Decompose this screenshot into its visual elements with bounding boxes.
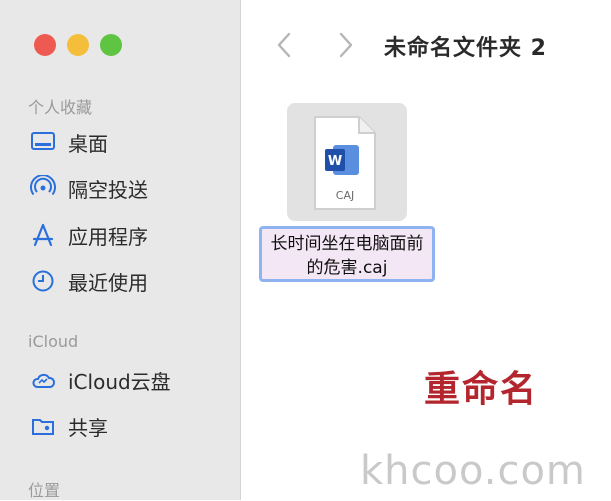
sidebar-item-icloud-drive[interactable]: iCloud云盘 <box>30 363 171 397</box>
desktop-icon <box>30 129 56 155</box>
forward-button[interactable] <box>334 30 358 60</box>
back-button[interactable] <box>272 30 296 60</box>
sidebar-item-label: 桌面 <box>68 131 108 156</box>
sidebar-item-recents[interactable]: 最近使用 <box>30 264 148 298</box>
applications-icon <box>30 222 56 248</box>
sidebar-item-label: 应用程序 <box>68 224 148 249</box>
sidebar-item-airdrop[interactable]: 隔空投送 <box>30 171 148 205</box>
sidebar-item-label: 共享 <box>68 415 108 440</box>
sidebar-item-shared[interactable]: 共享 <box>30 409 108 443</box>
window-controls <box>34 34 122 56</box>
watermark: khcoo.com <box>360 448 586 494</box>
rename-annotation: 重命名 <box>424 369 539 410</box>
sidebar-item-label: iCloud云盘 <box>68 369 171 394</box>
file-type-label: CAJ <box>336 189 354 202</box>
file-item[interactable]: W CAJ <box>287 103 407 221</box>
chevron-left-icon <box>277 32 291 58</box>
svg-text:W: W <box>328 154 342 169</box>
shared-folder-icon <box>30 413 56 439</box>
sidebar-item-applications[interactable]: 应用程序 <box>30 218 148 252</box>
favorites-header: 个人收藏 <box>28 98 93 117</box>
fullscreen-window-button[interactable] <box>100 34 122 56</box>
navigation-buttons <box>272 30 358 60</box>
locations-header: 位置 <box>28 481 61 500</box>
airdrop-icon <box>30 175 56 201</box>
minimize-window-button[interactable] <box>67 34 89 56</box>
chevron-right-icon <box>339 32 353 58</box>
recents-clock-icon <box>30 268 56 294</box>
sidebar-item-label: 最近使用 <box>68 270 148 295</box>
icloud-header: iCloud <box>28 332 79 351</box>
word-document-icon: W CAJ <box>314 116 376 210</box>
sidebar-item-desktop[interactable]: 桌面 <box>30 125 108 159</box>
sidebar: 个人收藏 桌面 隔空投送 应用程序 最近使用 iCloud iCloud云盘 共… <box>0 0 241 500</box>
window-title: 未命名文件夹 2 <box>384 36 547 61</box>
icloud-drive-icon <box>30 367 56 393</box>
close-window-button[interactable] <box>34 34 56 56</box>
rename-input[interactable]: 长时间坐在电脑面前的危害.caj <box>259 226 435 282</box>
sidebar-item-label: 隔空投送 <box>68 177 148 202</box>
